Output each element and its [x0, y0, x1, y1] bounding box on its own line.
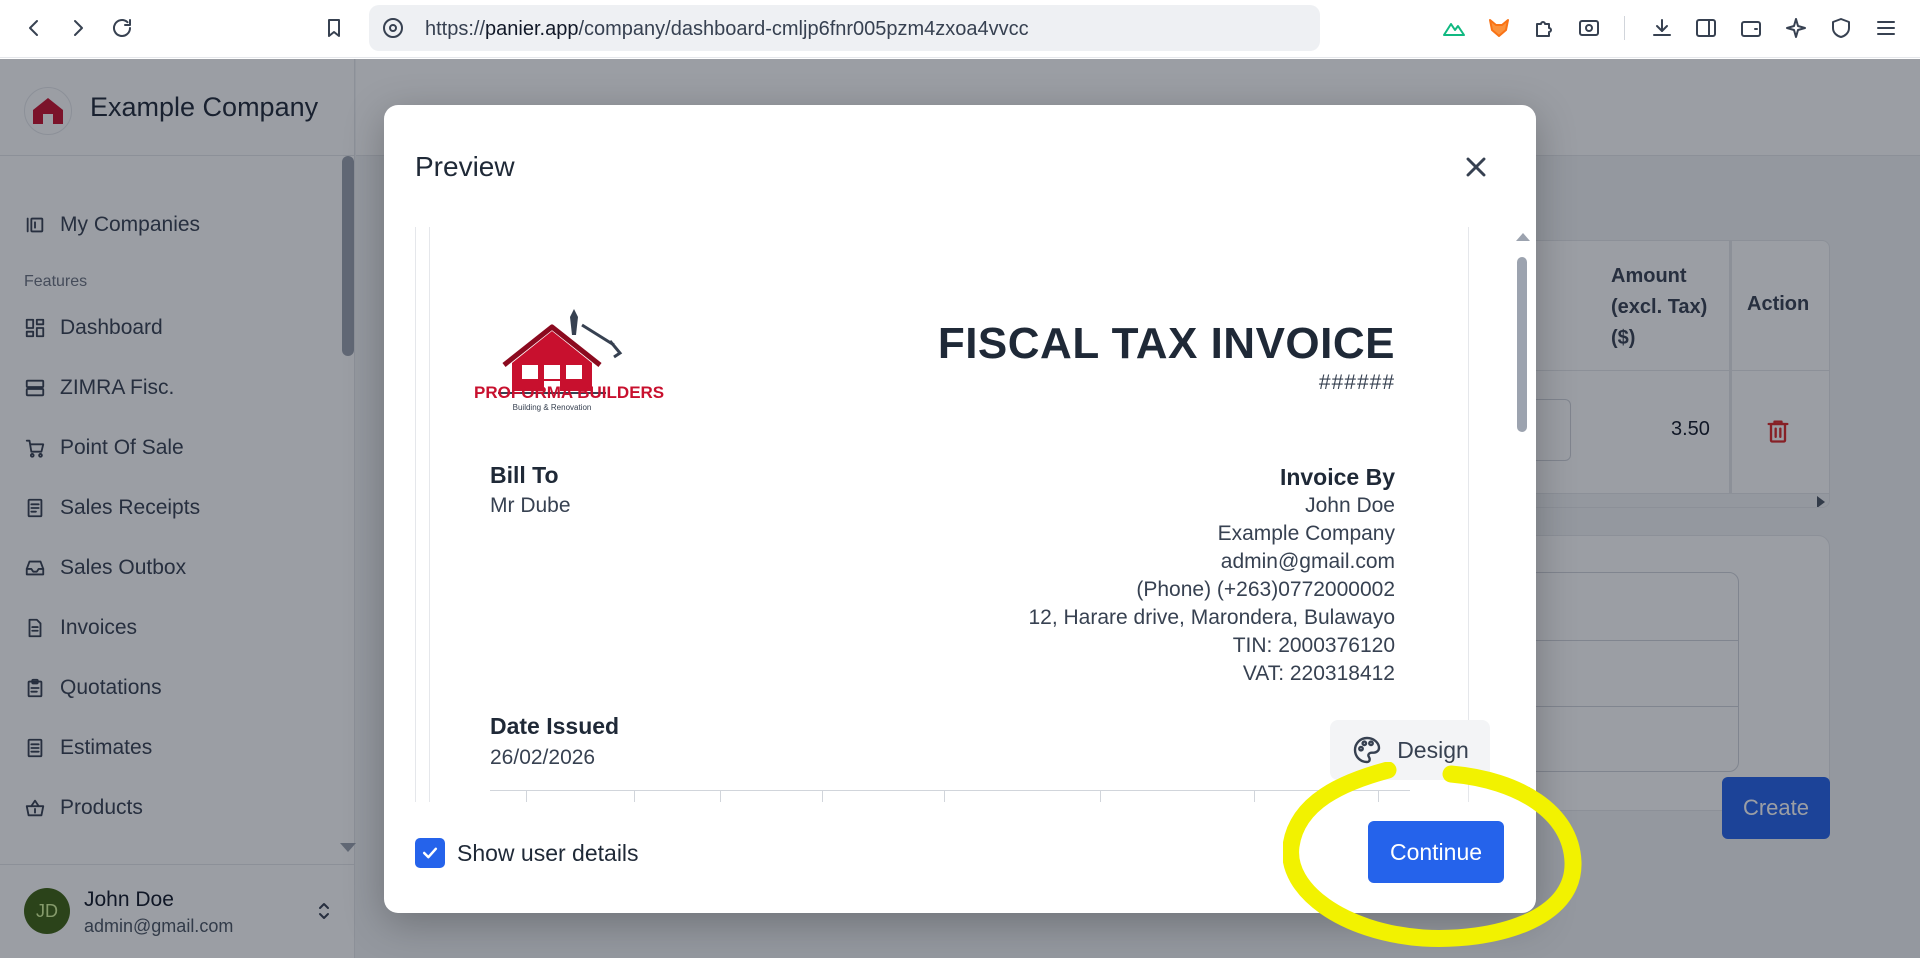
preview-scroll-down[interactable]	[1516, 787, 1530, 795]
invoice-by-line: 12, Harare drive, Marondera, Bulawayo	[1028, 606, 1395, 629]
mountain-icon	[1443, 23, 1465, 36]
table-column-line	[526, 790, 527, 802]
arrow-right-icon	[74, 20, 83, 36]
invoice-by-line: VAT: 220318412	[1242, 662, 1395, 685]
preview-scroll-up[interactable]	[1516, 233, 1530, 241]
table-column-line	[1254, 790, 1255, 802]
invoice-by-label: Invoice By	[1279, 464, 1395, 490]
ai-assistant-button[interactable]	[1782, 14, 1810, 42]
date-issued-value: 26/02/2026	[490, 746, 596, 769]
hamburger-icon	[1877, 21, 1895, 35]
url-prefix: https://	[425, 18, 486, 40]
design-button[interactable]: Design	[1330, 720, 1490, 780]
bookmark-button[interactable]	[318, 12, 350, 44]
extensions-button[interactable]	[1530, 14, 1558, 42]
back-button[interactable]	[18, 12, 50, 44]
preview-scrollbar[interactable]	[1517, 257, 1527, 432]
design-button-label: Design	[1397, 736, 1469, 763]
table-column-line	[720, 790, 721, 802]
menu-button[interactable]	[1872, 14, 1900, 42]
invoice-by-line: TIN: 2000376120	[1232, 634, 1395, 657]
invoice-preview[interactable]: PROFORMA BUILDERS Building & Renovation …	[415, 227, 1507, 802]
table-column-line	[1100, 790, 1101, 802]
table-column-line	[822, 790, 823, 802]
logo-brand-text: PROFORMA BUILDERS	[474, 383, 665, 402]
invoice-by-line: John Doe	[1305, 494, 1395, 517]
bookmark-icon	[328, 19, 340, 37]
reader-icon	[1579, 20, 1599, 36]
sidebar-icon	[1696, 19, 1716, 37]
show-user-details-label: Show user details	[457, 839, 639, 866]
invoice-number: ######	[1318, 371, 1395, 394]
wallet-icon	[1741, 21, 1761, 37]
date-issued-label: Date Issued	[490, 713, 620, 739]
logo-tagline-text: Building & Renovation	[512, 403, 592, 412]
invoice-by-line: (Phone) (+263)0772000002	[1136, 578, 1395, 601]
palette-icon	[1353, 736, 1381, 764]
sidebar-toggle-button[interactable]	[1692, 14, 1720, 42]
reload-icon	[113, 19, 131, 37]
sparkle-icon	[1786, 18, 1806, 38]
reload-button[interactable]	[106, 12, 138, 44]
shield-icon	[1832, 18, 1850, 38]
line-items-table-header	[490, 790, 1410, 802]
arrow-left-icon	[29, 20, 38, 36]
toolbar-separator	[1624, 16, 1625, 40]
table-column-line	[944, 790, 945, 802]
preview-modal: Preview PROFORMA BUILDERS Building & Ren…	[384, 105, 1536, 913]
bill-to-name: Mr Dube	[490, 494, 571, 517]
shield-button[interactable]	[1827, 14, 1855, 42]
download-icon	[1653, 19, 1671, 36]
extension-fox[interactable]	[1485, 14, 1513, 42]
check-icon	[422, 847, 438, 859]
table-column-line	[1378, 790, 1379, 802]
extension-reader[interactable]	[1575, 14, 1603, 42]
invoice-title: FISCAL TAX INVOICE	[937, 319, 1395, 368]
show-user-details-toggle[interactable]: Show user details	[415, 838, 639, 868]
bill-to-label: Bill To	[490, 462, 559, 488]
invoice-by-line: admin@gmail.com	[1220, 550, 1395, 573]
site-info-icon[interactable]	[381, 16, 405, 40]
url-path: /company/dashboard-cmljp6fnr005pzm4zxoa4…	[578, 18, 1029, 40]
invoice-document: PROFORMA BUILDERS Building & Renovation …	[415, 227, 1490, 802]
invoice-logo: PROFORMA BUILDERS Building & Renovation	[474, 305, 665, 415]
wallet-button[interactable]	[1737, 14, 1765, 42]
document-border	[429, 227, 430, 802]
invoice-by-block: Invoice By John Doe Example Company admi…	[1028, 462, 1395, 688]
show-user-details-checkbox[interactable]	[415, 838, 445, 868]
close-button[interactable]	[1460, 151, 1492, 183]
close-icon	[1466, 157, 1486, 177]
downloads-button[interactable]	[1648, 14, 1676, 42]
address-bar[interactable]: https://panier.app/company/dashboard-cml…	[369, 5, 1320, 51]
extension-mountain[interactable]	[1440, 14, 1468, 42]
invoice-by-line: Example Company	[1217, 522, 1395, 545]
url-host: panier.app	[485, 18, 579, 40]
url-text: https://panier.app/company/dashboard-cml…	[425, 18, 1029, 41]
modal-title: Preview	[415, 151, 515, 182]
table-column-line	[634, 790, 635, 802]
fox-icon	[1489, 19, 1509, 37]
puzzle-icon	[1536, 21, 1552, 37]
continue-button[interactable]: Continue	[1368, 821, 1504, 883]
document-border	[1468, 227, 1469, 802]
browser-toolbar: https://panier.app/company/dashboard-cml…	[0, 0, 1920, 58]
forward-button[interactable]	[62, 12, 94, 44]
